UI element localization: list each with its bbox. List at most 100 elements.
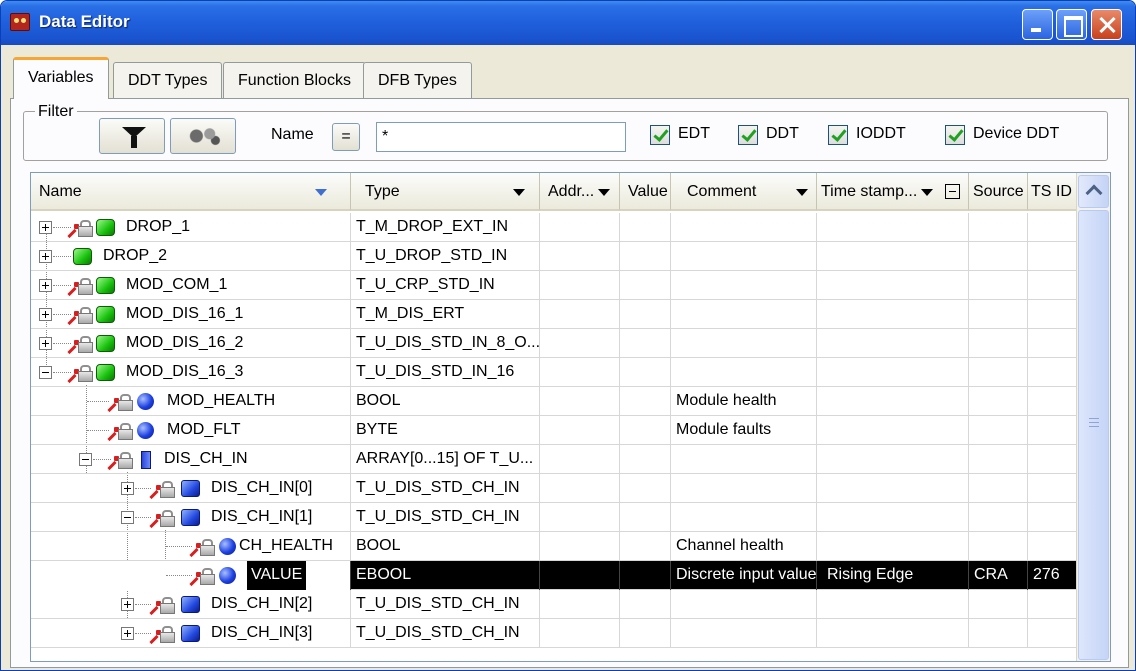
table-row[interactable]: MOD_HEALTH BOOL Module health bbox=[31, 387, 1077, 416]
value-cell bbox=[620, 300, 671, 329]
source-cell bbox=[969, 590, 1028, 619]
filter-settings-button[interactable] bbox=[170, 118, 236, 154]
value-cell bbox=[620, 474, 671, 503]
column-header-value[interactable]: Value bbox=[620, 173, 671, 211]
expand-icon[interactable] bbox=[39, 337, 52, 350]
source-cell bbox=[969, 474, 1028, 503]
expand-icon[interactable] bbox=[121, 482, 134, 495]
title-bar[interactable]: Data Editor bbox=[1, 1, 1135, 45]
chevron-down-icon bbox=[796, 189, 808, 196]
address-cell bbox=[540, 300, 620, 329]
device-ddt-checkbox-label: Device DDT bbox=[973, 125, 1060, 142]
comment-cell bbox=[671, 242, 817, 271]
table-row[interactable]: MOD_DIS_16_1 T_M_DIS_ERT bbox=[31, 300, 1077, 329]
type-cell: T_M_DIS_ERT bbox=[351, 300, 540, 329]
collapse-icon[interactable] bbox=[121, 511, 134, 524]
column-header-address[interactable]: Addr... bbox=[540, 173, 620, 211]
column-header-address-label: Addr... bbox=[548, 183, 595, 200]
expand-icon[interactable] bbox=[39, 250, 52, 263]
app-icon bbox=[10, 13, 30, 31]
table-row[interactable]: DIS_CH_IN[2] T_U_DIS_STD_CH_IN bbox=[31, 590, 1077, 619]
table-row[interactable]: MOD_FLT BYTE Module faults bbox=[31, 416, 1077, 445]
address-cell bbox=[540, 474, 620, 503]
expand-icon[interactable] bbox=[39, 221, 52, 234]
column-header-name[interactable]: Name bbox=[31, 173, 351, 211]
column-header-type[interactable]: Type bbox=[351, 173, 540, 211]
table-row[interactable]: CH_HEALTH BOOL Channel health bbox=[31, 532, 1077, 561]
name-filter-input[interactable] bbox=[376, 122, 626, 152]
collapse-icon[interactable] bbox=[945, 184, 960, 199]
lock-icon bbox=[159, 481, 175, 498]
address-cell bbox=[540, 503, 620, 532]
table-row[interactable]: DIS_CH_IN[1] T_U_DIS_STD_CH_IN bbox=[31, 503, 1077, 532]
minimize-button[interactable] bbox=[1022, 9, 1053, 40]
tab-ddt-types[interactable]: DDT Types bbox=[113, 62, 223, 98]
structure-icon bbox=[181, 480, 200, 497]
column-header-timestamp[interactable]: Time stamp... bbox=[817, 173, 969, 211]
column-header-name-label: Name bbox=[39, 183, 82, 200]
comment-cell bbox=[671, 329, 817, 358]
expand-icon[interactable] bbox=[121, 598, 134, 611]
comment-cell bbox=[671, 300, 817, 329]
timestamp-cell bbox=[817, 532, 969, 561]
grip-icon bbox=[1089, 418, 1099, 419]
variable-name: DIS_CH_IN bbox=[164, 450, 248, 467]
expand-icon[interactable] bbox=[39, 279, 52, 292]
structure-icon bbox=[181, 509, 200, 526]
lock-icon bbox=[77, 220, 93, 237]
column-header-source[interactable]: Source bbox=[969, 173, 1028, 211]
table-row[interactable]: DROP_2 T_U_DROP_STD_IN bbox=[31, 242, 1077, 271]
table-row[interactable]: DIS_CH_IN[3] T_U_DIS_STD_CH_IN bbox=[31, 619, 1077, 648]
column-header-comment[interactable]: Comment bbox=[671, 173, 817, 211]
column-header-tsid[interactable]: TS ID bbox=[1028, 173, 1077, 211]
maximize-button[interactable] bbox=[1056, 9, 1087, 40]
module-icon bbox=[96, 335, 115, 352]
edt-checkbox[interactable] bbox=[650, 125, 670, 145]
bool-variable-icon bbox=[219, 538, 236, 555]
type-cell: T_M_DROP_EXT_IN bbox=[351, 213, 540, 242]
equals-button[interactable]: = bbox=[332, 123, 360, 151]
value-cell bbox=[620, 532, 671, 561]
comment-cell: Discrete input value bbox=[671, 561, 817, 590]
table-row[interactable]: DIS_CH_IN ARRAY[0...15] OF T_U... bbox=[31, 445, 1077, 474]
timestamp-cell bbox=[817, 242, 969, 271]
device-ddt-checkbox[interactable] bbox=[945, 125, 965, 145]
bool-variable-icon bbox=[137, 393, 154, 410]
tsid-cell bbox=[1028, 532, 1077, 561]
source-cell bbox=[969, 358, 1028, 387]
close-button[interactable] bbox=[1091, 9, 1122, 40]
column-header-tsid-label: TS ID bbox=[1031, 183, 1072, 200]
timestamp-cell bbox=[817, 329, 969, 358]
source-cell bbox=[969, 532, 1028, 561]
column-header-timestamp-label: Time stamp... bbox=[821, 183, 918, 200]
type-cell: EBOOL bbox=[351, 561, 540, 590]
expand-icon[interactable] bbox=[39, 308, 52, 321]
table-row-selected[interactable]: VALUE EBOOL Discrete input value Rising … bbox=[31, 561, 1077, 590]
variable-name: MOD_HEALTH bbox=[167, 392, 276, 409]
tab-dfb-types[interactable]: DFB Types bbox=[363, 62, 472, 98]
variable-name: DIS_CH_IN[1] bbox=[211, 508, 313, 525]
table-row[interactable]: MOD_DIS_16_2 T_U_DIS_STD_IN_8_O... bbox=[31, 329, 1077, 358]
variable-name: DROP_2 bbox=[103, 247, 168, 264]
scrollbar-thumb[interactable] bbox=[1078, 210, 1109, 660]
ddt-checkbox[interactable] bbox=[738, 125, 758, 145]
filter-button[interactable] bbox=[99, 118, 165, 154]
tab-function-blocks[interactable]: Function Blocks bbox=[223, 62, 366, 98]
variable-name: MOD_DIS_16_1 bbox=[126, 305, 244, 322]
window-title: Data Editor bbox=[39, 12, 130, 31]
table-row[interactable]: MOD_COM_1 T_U_CRP_STD_IN bbox=[31, 271, 1077, 300]
comment-cell: Module faults bbox=[671, 416, 817, 445]
table-row[interactable]: DROP_1 T_M_DROP_EXT_IN bbox=[31, 213, 1077, 242]
source-cell bbox=[969, 619, 1028, 648]
value-cell bbox=[620, 445, 671, 474]
scroll-up-button[interactable] bbox=[1078, 175, 1109, 208]
table-row[interactable]: MOD_DIS_16_3 T_U_DIS_STD_IN_16 bbox=[31, 358, 1077, 387]
table-row[interactable]: DIS_CH_IN[0] T_U_DIS_STD_CH_IN bbox=[31, 474, 1077, 503]
collapse-icon[interactable] bbox=[79, 453, 92, 466]
expand-icon[interactable] bbox=[121, 627, 134, 640]
ioddt-checkbox[interactable] bbox=[828, 125, 848, 145]
tab-variables[interactable]: Variables bbox=[13, 57, 109, 99]
collapse-icon[interactable] bbox=[39, 366, 52, 379]
lock-icon bbox=[199, 568, 215, 585]
timestamp-cell bbox=[817, 387, 969, 416]
